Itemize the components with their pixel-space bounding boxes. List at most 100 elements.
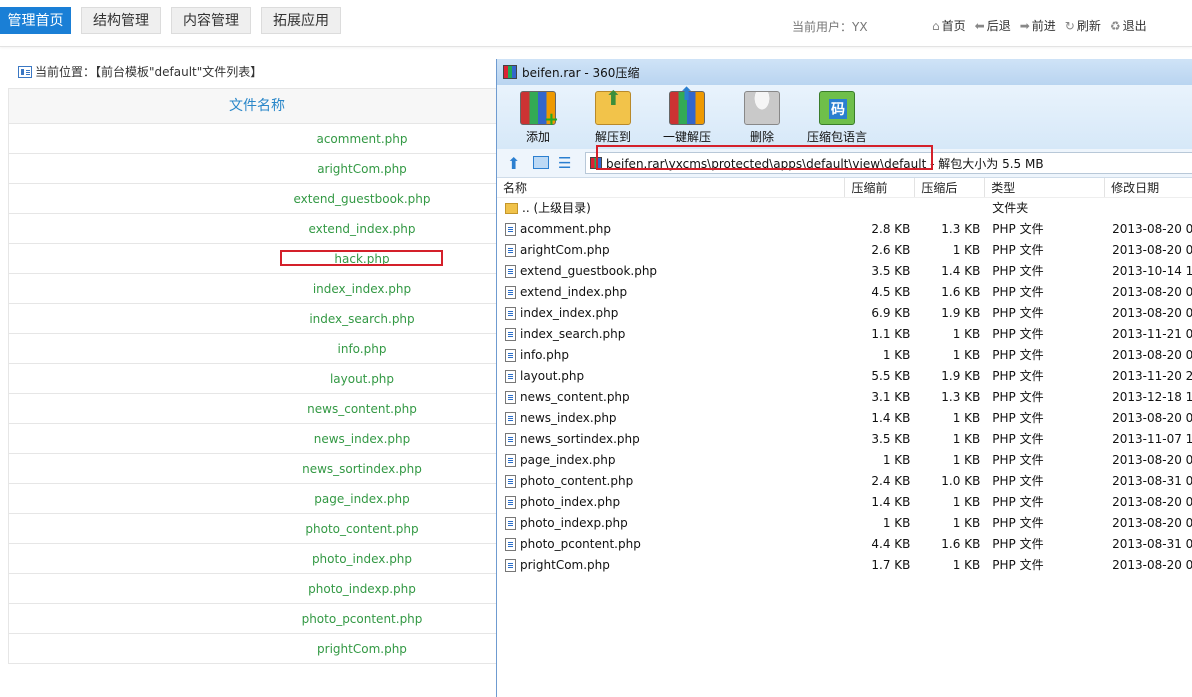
table-row: layout.php [9,364,496,394]
add-button[interactable]: 添加 [503,91,573,145]
column-size-after[interactable]: 压缩后 [914,178,984,197]
modified-date: 2013-08-20 09 [1112,558,1192,572]
extract-to-button[interactable]: 解压到 [578,86,648,145]
modified-date: 2013-08-20 09 [1112,495,1192,509]
file-type: PHP 文件 [992,537,1044,551]
forward-link[interactable]: ➡ 前进 [1020,17,1056,34]
parent-directory-row[interactable]: .. (上级目录) 文件夹 [497,198,1192,219]
one-click-extract-icon [669,84,705,125]
highlight-box-hack [280,250,443,266]
size-after: 1.4 KB [941,264,981,278]
table-row: index_index.php [9,274,496,304]
refresh-link[interactable]: ↻ 刷新 [1065,17,1101,34]
extract-to-button-label: 解压到 [594,130,631,144]
list-item[interactable]: arightCom.php 2.6 KB 1 KB PHP 文件 2013-08-20 … [497,240,1192,261]
file-name: index_index.php [520,306,619,320]
file-name: prightCom.php [520,558,610,572]
column-size-before[interactable]: 压缩前 [844,178,914,197]
tab-content[interactable]: 内容管理 [171,7,251,34]
table-row: photo_pcontent.php [9,604,496,634]
list-item[interactable]: layout.php 5.5 KB 1.9 KB PHP 文件 2013-11-20 2… [497,366,1192,387]
archive-toolbar: 添加 解压到 一键解压 删除 压缩包语言 [497,84,1192,149]
php-file-icon [505,496,516,509]
size-after: 1.0 KB [941,474,981,488]
file-type: PHP 文件 [992,243,1044,257]
highlight-box-path [596,145,933,170]
list-item[interactable]: index_search.php 1.1 KB 1 KB PHP 文件 2013-11-… [497,324,1192,345]
table-row: acomment.php [9,124,496,154]
file-name: info.php [520,348,569,362]
list-item[interactable]: extend_guestbook.php 3.5 KB 1.4 KB PHP 文件 20… [497,261,1192,282]
tab-extensions[interactable]: 拓展应用 [261,7,341,34]
back-link[interactable]: ⬅ 后退 [975,17,1011,34]
list-item[interactable]: photo_indexp.php 1 KB 1 KB PHP 文件 2013-08-20… [497,513,1192,534]
file-name: .. (上级目录) [522,201,591,215]
table-row: photo_content.php [9,514,496,544]
list-item[interactable]: info.php 1 KB 1 KB PHP 文件 2013-08-20 09 [497,345,1192,366]
file-type: PHP 文件 [992,285,1044,299]
column-modified[interactable]: 修改日期 [1104,178,1192,197]
home-link-label: 首页 [941,19,966,33]
list-item[interactable]: index_index.php 6.9 KB 1.9 KB PHP 文件 2013-08… [497,303,1192,324]
breadcrumb-text: 当前位置：【前台模板"default"文件列表】 [35,65,263,79]
delete-button[interactable]: 删除 [727,91,797,145]
php-file-icon [505,475,516,488]
size-before: 1 KB [882,348,911,362]
size-after: 1 KB [952,453,981,467]
refresh-icon: ↻ [1064,18,1075,33]
top-links: ⌂ 首页 ⬅ 后退 ➡ 前进 ↻ 刷新 ♻ 退出 [932,17,1147,34]
size-after: 1.9 KB [941,306,981,320]
list-item[interactable]: acomment.php 2.8 KB 1.3 KB PHP 文件 2013-08-20… [497,219,1192,240]
list-item[interactable]: photo_index.php 1.4 KB 1 KB PHP 文件 2013-08-2… [497,492,1192,513]
size-before: 4.5 KB [871,285,911,299]
logout-link[interactable]: ♻ 退出 [1110,17,1147,34]
column-name[interactable]: 名称 [497,178,844,197]
size-before: 3.1 KB [871,390,911,404]
file-name: photo_content.php [520,474,634,488]
table-row: news_sortindex.php [9,454,496,484]
list-item[interactable]: page_index.php 1 KB 1 KB PHP 文件 2013-08-20 0… [497,450,1192,471]
archive-language-button[interactable]: 压缩包语言 [802,91,872,145]
archive-language-label: 压缩包语言 [806,130,867,144]
php-file-icon [505,265,516,278]
file-name: page_index.php [520,453,616,467]
php-file-icon [505,370,516,383]
php-file-icon [505,412,516,425]
list-item[interactable]: news_index.php 1.4 KB 1 KB PHP 文件 2013-08-20… [497,408,1192,429]
file-name: photo_pcontent.php [520,537,641,551]
list-item[interactable]: news_content.php 3.1 KB 1.3 KB PHP 文件 2013-1… [497,387,1192,408]
list-view-icon[interactable]: ☰ [558,154,571,172]
tab-admin-home[interactable]: 管理首页 [0,7,71,34]
file-type: PHP 文件 [992,495,1044,509]
up-arrow-icon[interactable]: ⬆ [507,154,520,173]
trash-can-icon [744,91,780,125]
list-item[interactable]: photo_content.php 2.4 KB 1.0 KB PHP 文件 2013-… [497,471,1192,492]
size-before: 2.4 KB [871,474,911,488]
size-before: 3.5 KB [871,264,911,278]
home-link[interactable]: ⌂ 首页 [932,17,966,34]
tab-structure[interactable]: 结构管理 [81,7,161,34]
list-item[interactable]: extend_index.php 4.5 KB 1.6 KB PHP 文件 2013-0… [497,282,1192,303]
file-type: PHP 文件 [992,474,1044,488]
file-type: PHP 文件 [992,369,1044,383]
refresh-link-label: 刷新 [1076,19,1101,33]
list-item[interactable]: news_sortindex.php 3.5 KB 1 KB PHP 文件 2013-1… [497,429,1192,450]
table-row: photo_indexp.php [9,574,496,604]
extract-folder-icon [595,86,631,125]
archive-title: beifen.rar - 360压缩 [522,65,640,80]
modified-date: 2013-08-20 09 [1112,306,1192,320]
table-row: arightCom.php [9,154,496,184]
view-icon[interactable] [533,156,549,169]
table-row: extend_index.php [9,214,496,244]
file-type: PHP 文件 [992,390,1044,404]
one-click-extract-button[interactable]: 一键解压 [652,84,722,145]
back-link-label: 后退 [986,19,1011,33]
list-item[interactable]: photo_pcontent.php 4.4 KB 1.6 KB PHP 文件 2013… [497,534,1192,555]
breadcrumb: 当前位置：【前台模板"default"文件列表】 [18,63,262,80]
table-row: news_content.php [9,394,496,424]
file-type: PHP 文件 [992,516,1044,530]
list-item[interactable]: prightCom.php 1.7 KB 1 KB PHP 文件 2013-08-20 … [497,555,1192,576]
column-type[interactable]: 类型 [984,178,1104,197]
forward-link-label: 前进 [1031,19,1056,33]
home-icon: ⌂ [932,18,940,33]
